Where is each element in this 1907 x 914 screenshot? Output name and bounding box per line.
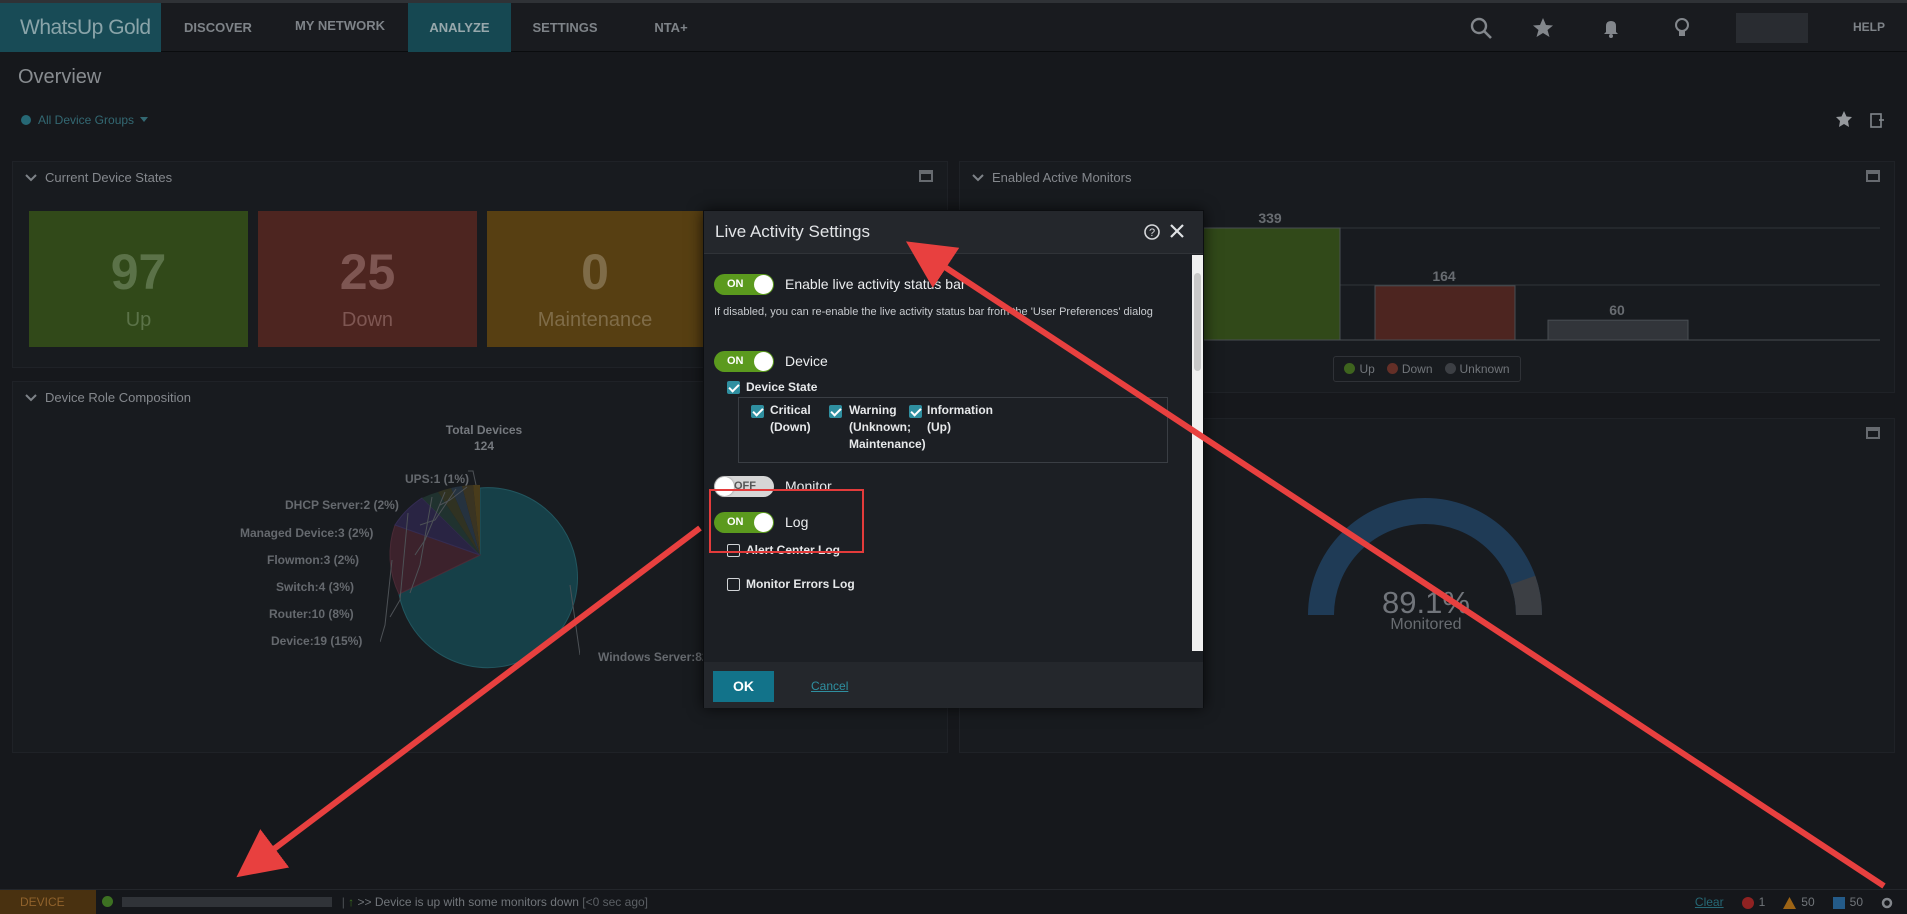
dialog-body: ON Enable live activity status bar If di…: [704, 255, 1192, 651]
dialog-footer: [704, 662, 1203, 708]
enable-live-activity-label: Enable live activity status bar: [785, 276, 966, 292]
monitor-errors-log-checkbox[interactable]: [727, 578, 740, 591]
device-label: Device: [785, 353, 828, 369]
dialog-scrollbar[interactable]: [1192, 255, 1203, 651]
enable-live-activity-toggle[interactable]: ON: [714, 274, 774, 295]
device-toggle[interactable]: ON: [714, 351, 774, 372]
critical-checkbox[interactable]: [751, 405, 764, 418]
information-checkbox[interactable]: [909, 405, 922, 418]
enable-note: If disabled, you can re-enable the live …: [714, 306, 1153, 318]
information-label: Information (Up): [927, 403, 993, 434]
device-state-checkbox[interactable]: [727, 381, 740, 394]
dialog-title: Live Activity Settings: [715, 222, 870, 241]
monitor-errors-log-label: Monitor Errors Log: [746, 577, 855, 591]
live-activity-settings-dialog: Live Activity Settings ? ON Enable live …: [703, 210, 1204, 708]
warning-checkbox[interactable]: [829, 405, 842, 418]
device-state-label: Device State: [746, 380, 818, 394]
critical-label: Critical (Down): [770, 403, 811, 434]
ok-button[interactable]: OK: [713, 671, 774, 702]
dialog-header: Live Activity Settings ?: [704, 211, 1203, 254]
dialog-scrollbar-thumb[interactable]: [1194, 273, 1201, 371]
help-icon[interactable]: ?: [1143, 223, 1161, 241]
app-window: WhatsUp Gold DISCOVER MY NETWORK ANALYZE…: [0, 0, 1907, 914]
close-icon[interactable]: [1167, 221, 1187, 241]
cancel-link[interactable]: Cancel: [811, 679, 848, 693]
svg-text:?: ?: [1149, 227, 1155, 239]
annotation-highlight-box: [709, 489, 864, 553]
